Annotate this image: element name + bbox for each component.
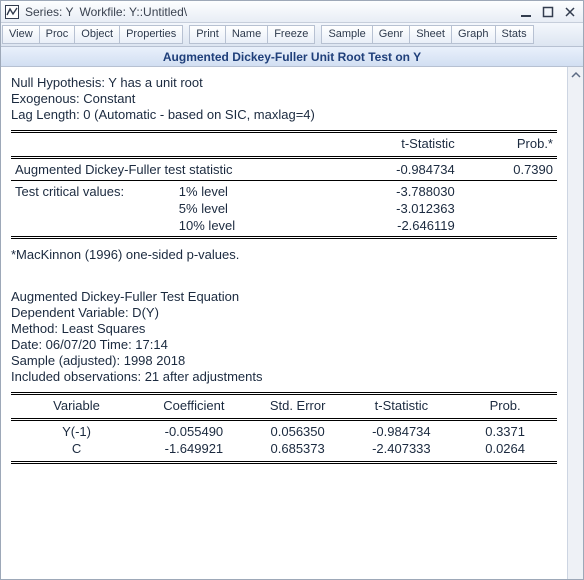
crit-value-10: -2.646119 bbox=[350, 217, 459, 234]
series-icon bbox=[5, 5, 19, 19]
row1-t: -0.984734 bbox=[350, 423, 454, 440]
null-hypothesis: Null Hypothesis: Y has a unit root bbox=[11, 75, 557, 90]
vertical-scrollbar[interactable] bbox=[567, 67, 583, 579]
toolbar-stats[interactable]: Stats bbox=[495, 25, 534, 44]
coef-table: Y(-1) -0.055490 0.056350 -0.984734 0.337… bbox=[11, 423, 557, 457]
crit-level-10: 10% level bbox=[175, 217, 350, 234]
toolbar-proc[interactable]: Proc bbox=[39, 25, 76, 44]
toolbar-genr[interactable]: Genr bbox=[372, 25, 410, 44]
toolbar-sample[interactable]: Sample bbox=[321, 25, 372, 44]
hdr-coef: Coefficient bbox=[142, 397, 246, 414]
eq-title: Augmented Dickey-Fuller Test Equation bbox=[11, 289, 557, 304]
toolbar-properties[interactable]: Properties bbox=[119, 25, 183, 44]
row1-var: Y(-1) bbox=[11, 423, 142, 440]
toolbar-group-1: View Proc Object Properties bbox=[2, 25, 183, 44]
toolbar-view[interactable]: View bbox=[2, 25, 40, 44]
table-row: C -1.649921 0.685373 -2.407333 0.0264 bbox=[11, 440, 557, 457]
row2-var: C bbox=[11, 440, 142, 457]
eq-date: Date: 06/07/20 Time: 17:14 bbox=[11, 337, 557, 352]
adf-label: Augmented Dickey-Fuller test statistic bbox=[11, 161, 350, 178]
crit-value-1: -3.788030 bbox=[350, 183, 459, 200]
result-title: Augmented Dickey-Fuller Unit Root Test o… bbox=[1, 47, 583, 67]
maximize-button[interactable] bbox=[541, 5, 555, 19]
critical-values-table: Test critical values: 1% level -3.788030… bbox=[11, 183, 557, 234]
toolbar-group-2: Print Name Freeze bbox=[189, 25, 315, 44]
title-series: Series: Y bbox=[25, 5, 73, 19]
title-workfile: Workfile: Y::Untitled\ bbox=[79, 5, 187, 19]
toolbar-group-3: Sample Genr Sheet Graph Stats bbox=[321, 25, 533, 44]
toolbar-object[interactable]: Object bbox=[74, 25, 120, 44]
exogenous-line: Exogenous: Constant bbox=[11, 91, 557, 106]
row2-se: 0.685373 bbox=[246, 440, 350, 457]
hdr-variable: Variable bbox=[11, 397, 142, 414]
toolbar-print[interactable]: Print bbox=[189, 25, 226, 44]
eq-obs: Included observations: 21 after adjustme… bbox=[11, 369, 557, 384]
eq-method: Method: Least Squares bbox=[11, 321, 557, 336]
adf-t: -0.984734 bbox=[350, 161, 459, 178]
window-controls bbox=[519, 5, 579, 19]
test-stat-table: t-Statistic Prob.* bbox=[11, 135, 557, 152]
mackinnon-note: *MacKinnon (1996) one-sided p-values. bbox=[11, 247, 557, 262]
series-window: Series: Y Workfile: Y::Untitled\ View Pr… bbox=[0, 0, 584, 580]
row1-se: 0.056350 bbox=[246, 423, 350, 440]
lag-length-line: Lag Length: 0 (Automatic - based on SIC,… bbox=[11, 107, 557, 122]
minimize-button[interactable] bbox=[519, 5, 533, 19]
output-content: Null Hypothesis: Y has a unit root Exoge… bbox=[1, 67, 567, 579]
adf-p: 0.7390 bbox=[459, 161, 557, 178]
row2-t: -2.407333 bbox=[350, 440, 454, 457]
close-button[interactable] bbox=[563, 5, 577, 19]
row2-p: 0.0264 bbox=[453, 440, 557, 457]
scroll-up-icon[interactable] bbox=[568, 67, 583, 83]
row1-coef: -0.055490 bbox=[142, 423, 246, 440]
toolbar-sheet[interactable]: Sheet bbox=[409, 25, 452, 44]
header-tstat: t-Statistic bbox=[350, 135, 459, 152]
toolbar: View Proc Object Properties Print Name F… bbox=[1, 23, 583, 47]
eq-depvar: Dependent Variable: D(Y) bbox=[11, 305, 557, 320]
hdr-t: t-Statistic bbox=[350, 397, 454, 414]
adf-row-table: Augmented Dickey-Fuller test statistic -… bbox=[11, 161, 557, 178]
hdr-se: Std. Error bbox=[246, 397, 350, 414]
toolbar-graph[interactable]: Graph bbox=[451, 25, 496, 44]
row2-coef: -1.649921 bbox=[142, 440, 246, 457]
coef-header-table: Variable Coefficient Std. Error t-Statis… bbox=[11, 397, 557, 414]
crit-values-label: Test critical values: bbox=[11, 183, 175, 200]
hdr-prob: Prob. bbox=[453, 397, 557, 414]
header-prob: Prob.* bbox=[459, 135, 557, 152]
row1-p: 0.3371 bbox=[453, 423, 557, 440]
table-row: Y(-1) -0.055490 0.056350 -0.984734 0.337… bbox=[11, 423, 557, 440]
equation-header: Augmented Dickey-Fuller Test Equation De… bbox=[11, 289, 557, 384]
titlebar[interactable]: Series: Y Workfile: Y::Untitled\ bbox=[1, 1, 583, 23]
crit-value-5: -3.012363 bbox=[350, 200, 459, 217]
toolbar-freeze[interactable]: Freeze bbox=[267, 25, 315, 44]
hypothesis-block: Null Hypothesis: Y has a unit root Exoge… bbox=[11, 75, 557, 122]
crit-level-5: 5% level bbox=[175, 200, 350, 217]
crit-level-1: 1% level bbox=[175, 183, 350, 200]
eq-sample: Sample (adjusted): 1998 2018 bbox=[11, 353, 557, 368]
toolbar-name[interactable]: Name bbox=[225, 25, 268, 44]
